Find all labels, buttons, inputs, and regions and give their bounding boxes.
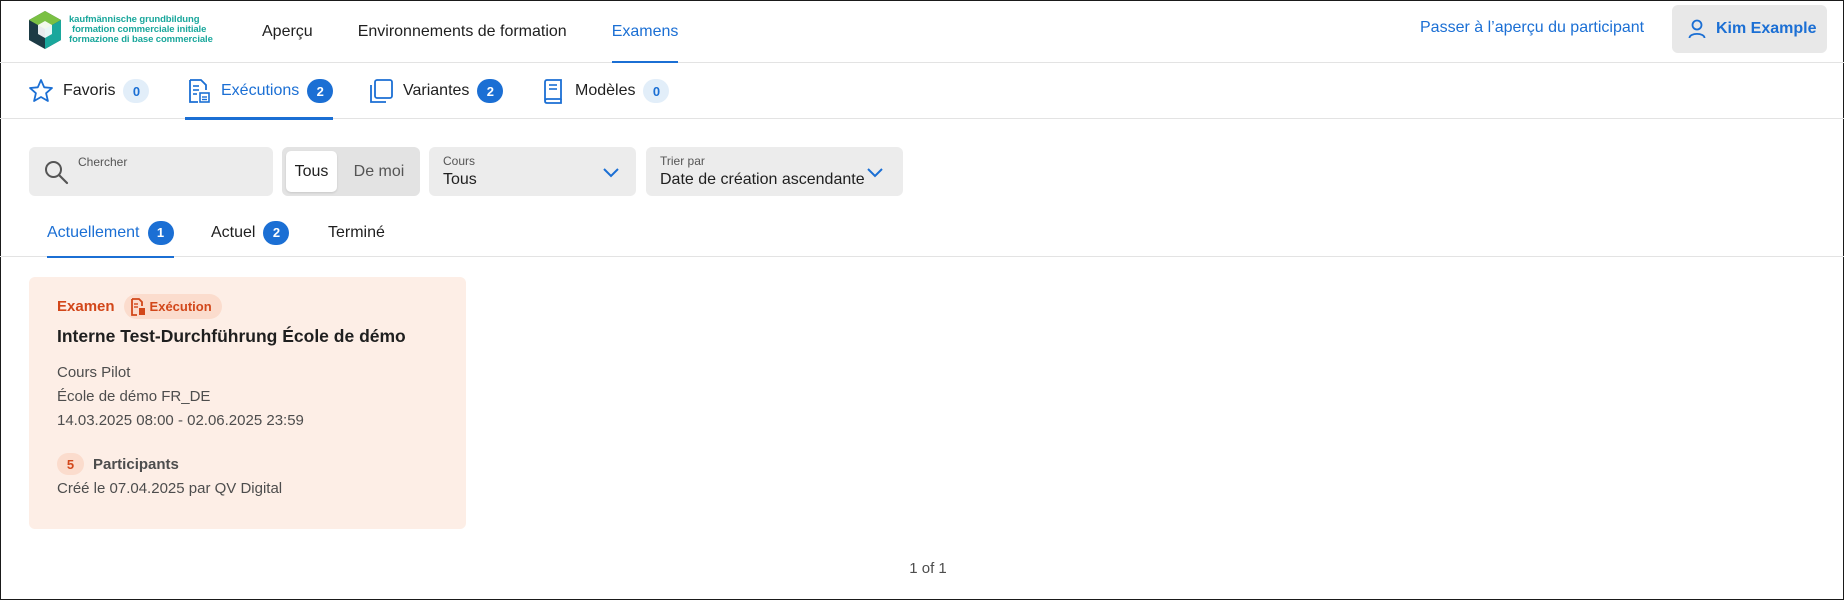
card-header: Examen Exécution bbox=[57, 294, 222, 319]
card-created: Créé le 07.04.2025 par QV Digital bbox=[57, 480, 283, 497]
tab-count-badge: 0 bbox=[123, 79, 150, 103]
exam-card[interactable]: Examen Exécution Interne Test-Durchführu… bbox=[29, 277, 466, 529]
top-header: kaufmännische grundbildung formation com… bbox=[0, 0, 1844, 63]
card-course: Cours Pilot bbox=[57, 364, 131, 381]
tab-executions[interactable]: Exécutions 2 bbox=[185, 63, 334, 120]
star-icon bbox=[27, 77, 55, 105]
status-count-badge: 1 bbox=[147, 220, 174, 245]
sort-select-value: Date de création ascendante bbox=[660, 171, 865, 188]
variants-icon bbox=[367, 77, 395, 105]
tab-favoris[interactable]: Favoris 0 bbox=[27, 63, 150, 119]
book-icon bbox=[539, 77, 567, 105]
course-select-value: Tous bbox=[443, 171, 477, 188]
owner-toggle: Tous De moi bbox=[282, 147, 420, 196]
section-tabs: Favoris 0 Exécutions 2 Variantes 2 Modèl… bbox=[0, 63, 1844, 120]
execution-icon bbox=[130, 297, 145, 316]
pagination: 1 of 1 bbox=[909, 560, 947, 577]
course-select-label: Cours bbox=[443, 154, 476, 168]
card-period: 14.03.2025 08:00 - 02.06.2025 23:59 bbox=[57, 412, 304, 429]
tab-label: Favoris bbox=[63, 82, 116, 99]
user-name: Kim Example bbox=[1716, 20, 1817, 37]
tab-label: Variantes bbox=[403, 82, 470, 99]
card-school: École de démo FR_DE bbox=[57, 388, 211, 405]
status-tab-label: Actuel bbox=[211, 223, 256, 241]
brand-text: kaufmännische grundbildung formation com… bbox=[69, 15, 213, 45]
brand-hexagon-icon bbox=[29, 11, 61, 49]
status-tab-label: Actuellement bbox=[47, 223, 140, 241]
user-menu-button[interactable]: Kim Example bbox=[1672, 5, 1827, 53]
chevron-down-icon bbox=[867, 168, 883, 178]
execution-icon bbox=[185, 77, 213, 105]
tab-label: Exécutions bbox=[221, 82, 300, 99]
tab-variantes[interactable]: Variantes 2 bbox=[367, 63, 504, 119]
tab-count-badge: 0 bbox=[643, 79, 670, 103]
status-tab-actuellement[interactable]: Actuellement 1 bbox=[47, 208, 174, 258]
search-input[interactable]: Chercher bbox=[29, 147, 273, 196]
course-select[interactable]: Cours Tous bbox=[429, 147, 636, 196]
participants-count: 5 Participants bbox=[57, 453, 179, 475]
card-kind: Examen bbox=[57, 298, 115, 315]
search-icon bbox=[45, 161, 69, 185]
tab-label: Modèles bbox=[575, 82, 636, 99]
tab-count-badge: 2 bbox=[307, 79, 334, 103]
status-tab-actuel[interactable]: Actuel 2 bbox=[211, 208, 290, 257]
brand-logo[interactable]: kaufmännische grundbildung formation com… bbox=[27, 9, 227, 51]
tab-modeles[interactable]: Modèles 0 bbox=[539, 63, 670, 119]
status-tab-termine[interactable]: Terminé bbox=[328, 208, 385, 257]
toggle-mine[interactable]: De moi bbox=[343, 151, 415, 192]
card-title: Interne Test-Durchführung École de démo bbox=[57, 326, 406, 346]
sort-select[interactable]: Trier par Date de création ascendante bbox=[646, 147, 903, 196]
participants-label: Participants bbox=[93, 455, 179, 473]
participant-view-link[interactable]: Passer à l’aperçu du participant bbox=[1420, 19, 1644, 37]
nav-examens[interactable]: Examens bbox=[611, 0, 678, 63]
search-label: Chercher bbox=[78, 155, 128, 169]
status-count-badge: 2 bbox=[263, 220, 290, 245]
toggle-all[interactable]: Tous bbox=[286, 151, 337, 192]
chevron-down-icon bbox=[603, 168, 619, 178]
execution-chip-label: Exécution bbox=[149, 299, 212, 314]
nav-environnements[interactable]: Environnements de formation bbox=[358, 0, 567, 63]
tab-count-badge: 2 bbox=[477, 79, 504, 103]
user-icon bbox=[1688, 19, 1706, 39]
execution-chip: Exécution bbox=[123, 294, 222, 319]
brand-line-3: formazione di base commerciale bbox=[69, 34, 213, 45]
participants-number: 5 bbox=[57, 453, 84, 475]
sort-select-label: Trier par bbox=[660, 154, 705, 168]
main-nav: Aperçu Environnements de formation Exame… bbox=[262, 0, 723, 63]
nav-apercu[interactable]: Aperçu bbox=[262, 0, 313, 63]
status-tabs: Actuellement 1 Actuel 2 Terminé bbox=[0, 208, 1844, 258]
status-tab-label: Terminé bbox=[328, 223, 385, 241]
